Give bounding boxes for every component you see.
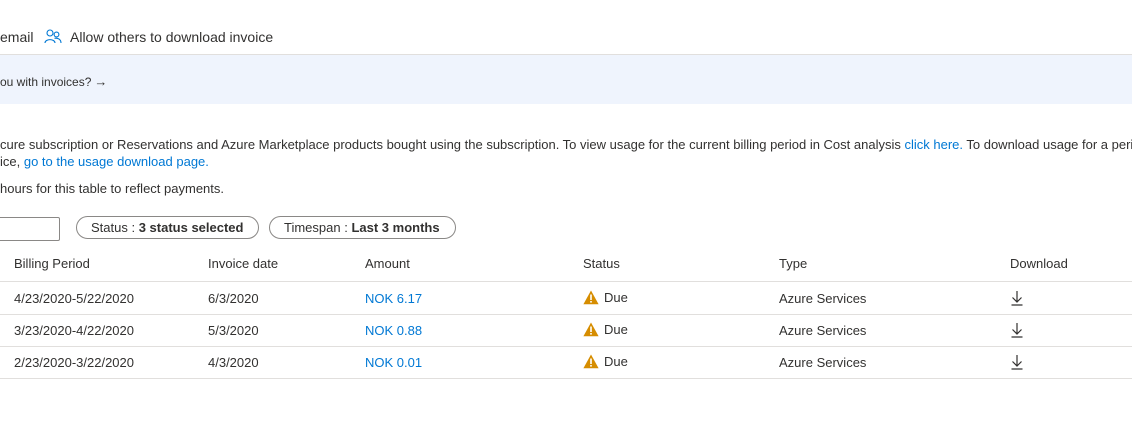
column-header-amount[interactable]: Amount	[365, 256, 410, 271]
download-icon[interactable]	[1010, 322, 1024, 338]
download-icon[interactable]	[1010, 290, 1024, 306]
status-filter-label: Status :	[91, 220, 136, 235]
info-banner	[0, 55, 1132, 104]
column-header-type[interactable]: Type	[779, 256, 807, 271]
table-row: 4/23/2020-5/22/2020 6/3/2020 NOK 6.17 Du…	[0, 282, 1132, 315]
status-text: Due	[604, 290, 628, 305]
amount-link[interactable]: NOK 0.88	[365, 323, 422, 338]
type-cell: Azure Services	[779, 355, 867, 370]
table-row: 3/23/2020-4/22/2020 5/3/2020 NOK 0.88 Du…	[0, 314, 1132, 347]
description-line-1: cure subscription or Reservations and Az…	[0, 137, 1132, 152]
search-input[interactable]	[0, 217, 60, 241]
invoice-help-link[interactable]: ou with invoices? →	[0, 74, 107, 89]
billing-period-cell: 4/23/2020-5/22/2020	[14, 291, 134, 306]
cost-analysis-link[interactable]: click here.	[904, 137, 963, 152]
status-cell: Due	[583, 290, 628, 305]
column-header-status[interactable]: Status	[583, 256, 620, 271]
status-cell: Due	[583, 322, 628, 337]
column-header-invoice-date[interactable]: Invoice date	[208, 256, 278, 271]
status-filter-pill[interactable]: Status : 3 status selected	[76, 216, 259, 239]
download-icon[interactable]	[1010, 354, 1024, 370]
timespan-filter-value: Last 3 months	[351, 220, 440, 235]
warning-icon	[583, 354, 599, 369]
usage-download-link[interactable]: go to the usage download page.	[24, 154, 209, 169]
timespan-filter-label: Timespan :	[284, 220, 348, 235]
arrow-right-icon: →	[94, 74, 108, 89]
allow-others-download-button[interactable]: Allow others to download invoice	[44, 27, 273, 47]
billing-period-cell: 3/23/2020-4/22/2020	[14, 323, 134, 338]
column-header-download: Download	[1010, 256, 1068, 271]
status-cell: Due	[583, 354, 628, 369]
description-text-1: cure subscription or Reservations and Az…	[0, 137, 905, 152]
table-row: 2/23/2020-3/22/2020 4/3/2020 NOK 0.01 Du…	[0, 346, 1132, 379]
status-filter-value: 3 status selected	[138, 220, 244, 235]
type-cell: Azure Services	[779, 291, 867, 306]
billing-period-cell: 2/23/2020-3/22/2020	[14, 355, 134, 370]
warning-icon	[583, 290, 599, 305]
description-line-3: hours for this table to reflect payments…	[0, 181, 224, 196]
people-icon	[44, 29, 62, 44]
column-header-billing-period[interactable]: Billing Period	[14, 256, 90, 271]
amount-link[interactable]: NOK 0.01	[365, 355, 422, 370]
status-text: Due	[604, 322, 628, 337]
description-line-2: ice, go to the usage download page.	[0, 154, 209, 169]
amount-link[interactable]: NOK 6.17	[365, 291, 422, 306]
allow-others-download-label: Allow others to download invoice	[70, 29, 274, 45]
status-text: Due	[604, 354, 628, 369]
warning-icon	[583, 322, 599, 337]
description-text-1-tail: To download usage for a perio	[963, 137, 1132, 152]
command-bar: email Allow others to download invoice	[0, 0, 1132, 55]
type-cell: Azure Services	[779, 323, 867, 338]
invoice-help-text: ou with invoices?	[0, 75, 92, 89]
invoice-date-cell: 4/3/2020	[208, 355, 259, 370]
email-invoice-button[interactable]: email	[0, 29, 33, 45]
invoice-date-cell: 5/3/2020	[208, 323, 259, 338]
invoice-date-cell: 6/3/2020	[208, 291, 259, 306]
timespan-filter-pill[interactable]: Timespan : Last 3 months	[269, 216, 456, 239]
description-text-3: hours for this table to reflect payments…	[0, 181, 224, 196]
description-text-2: ice,	[0, 154, 24, 169]
